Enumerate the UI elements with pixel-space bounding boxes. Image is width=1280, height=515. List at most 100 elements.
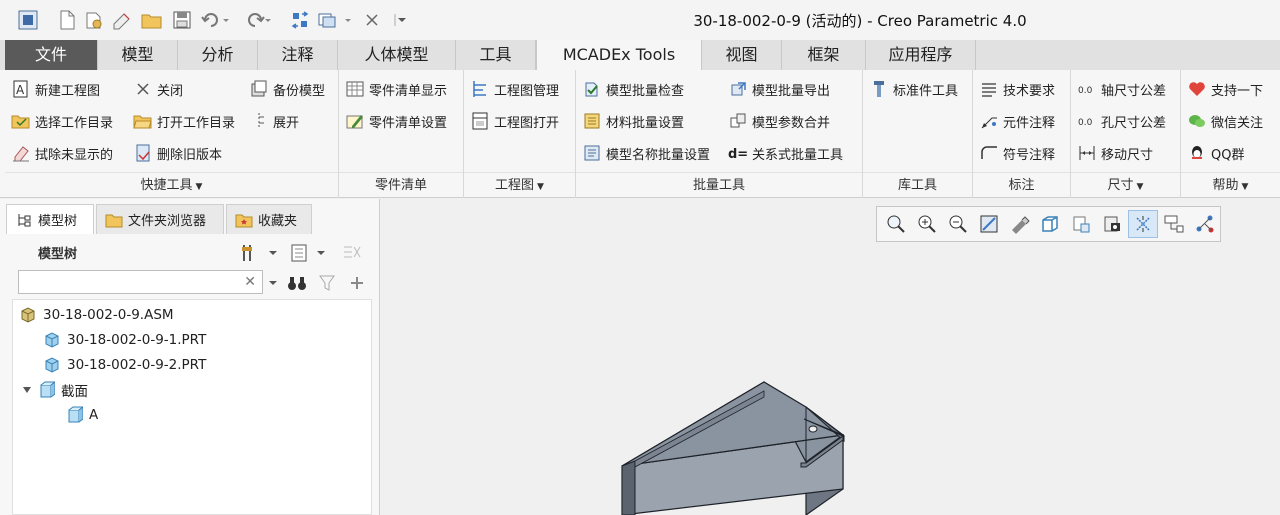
support-button[interactable]: 支持一下 <box>1187 76 1263 102</box>
tab-framework[interactable]: 框架 <box>782 40 866 70</box>
erase-not-displayed-button[interactable]: 拭除未显示的 <box>11 140 113 166</box>
tab-mcadex-tools[interactable]: MCADEx Tools <box>536 40 702 70</box>
group-annotate: 技术要求 元件注释 符号注释 标注 <box>973 70 1071 198</box>
new-icon[interactable] <box>56 9 78 31</box>
qq-icon <box>1187 143 1207 163</box>
shaft-tolerance-button[interactable]: 0.0 轴尺寸公差 <box>1077 76 1166 102</box>
wechat-follow-button[interactable]: 微信关注 <box>1187 108 1263 134</box>
group-label-bom: 零件清单 <box>339 172 463 198</box>
close-window-icon[interactable] <box>362 9 382 31</box>
tab-favorites[interactable]: 收藏夹 <box>226 204 312 234</box>
group-label-help[interactable]: 帮助 ▼ <box>1181 172 1280 198</box>
bom-settings-button[interactable]: 零件清单设置 <box>345 108 447 134</box>
tree-filter-disabled-icon <box>340 241 366 265</box>
group-label-dimensions[interactable]: 尺寸 ▼ <box>1071 172 1180 198</box>
new-drawing-button[interactable]: A 新建工程图 <box>11 76 100 102</box>
tab-applications[interactable]: 应用程序 <box>866 40 976 70</box>
open-working-dir-button[interactable]: 打开工作目录 <box>133 108 235 134</box>
tab-folder-browser[interactable]: 文件夹浏览器 <box>96 204 224 234</box>
settings-icon[interactable] <box>238 241 264 265</box>
group-label-quick-tools[interactable]: 快捷工具 ▼ <box>5 172 338 198</box>
dropdown-arrow-icon: ▼ <box>537 182 544 192</box>
show-icon[interactable] <box>286 241 312 265</box>
tree-node-part-1[interactable]: 30-18-002-0-9-1.PRT <box>43 328 206 352</box>
group-label-drawing[interactable]: 工程图 ▼ <box>464 172 575 198</box>
close-icon <box>133 79 153 99</box>
tab-annotate[interactable]: 注释 <box>258 40 338 70</box>
open-dir-icon <box>133 111 153 131</box>
material-batch-settings-button[interactable]: 材料批量设置 <box>582 108 684 134</box>
tab-model-tree[interactable]: 模型树 <box>6 204 94 234</box>
window-title: 30-18-002-0-9 (活动的) - Creo Parametric 4.… <box>693 12 1027 30</box>
navigator-panel: 模型树 文件夹浏览器 收藏夹 模型树 ✕ 30-18-002-0-9.ASM 3… <box>0 199 380 515</box>
model-batch-check-button[interactable]: 模型批量检查 <box>582 76 684 102</box>
collapse-arrow-icon[interactable] <box>21 381 33 399</box>
wechat-icon <box>1187 111 1207 131</box>
cad-model[interactable] <box>381 199 1280 515</box>
tree-node-sections[interactable]: 截面 <box>21 378 88 402</box>
settings-dropdown-icon[interactable] <box>266 241 280 265</box>
standard-parts-button[interactable]: 标准件工具 <box>869 76 958 102</box>
component-annotation-button[interactable]: 元件注释 <box>979 108 1055 134</box>
part-icon <box>43 331 61 349</box>
select-working-dir-button[interactable]: 选择工作目录 <box>11 108 113 134</box>
backup-model-button[interactable]: 备份模型 <box>249 76 325 102</box>
regenerate-icon[interactable] <box>288 9 312 31</box>
app-icon[interactable] <box>16 9 40 31</box>
tab-model[interactable]: 模型 <box>98 40 178 70</box>
customize-icon[interactable] <box>390 9 410 31</box>
search-dropdown-icon[interactable] <box>266 273 280 293</box>
model-param-merge-button[interactable]: 模型参数合并 <box>728 108 830 134</box>
name-settings-icon <box>582 143 602 163</box>
ribbon: A 新建工程图 关闭 备份模型 选择工作目录 打开工作目录 展开 拭除未显示的 … <box>0 70 1280 198</box>
tab-view[interactable]: 视图 <box>702 40 782 70</box>
group-label-annotate: 标注 <box>973 172 1070 198</box>
move-dimension-button[interactable]: 移动尺寸 <box>1077 140 1153 166</box>
group-label-library-tools: 库工具 <box>863 172 972 198</box>
tree-node-assembly[interactable]: 30-18-002-0-9.ASM <box>19 303 174 327</box>
model-batch-export-button[interactable]: 模型批量导出 <box>728 76 830 102</box>
drawing-open-button[interactable]: 工程图打开 <box>470 108 559 134</box>
symbol-icon <box>979 143 999 163</box>
tree-node-section-a[interactable]: A <box>65 403 98 427</box>
save-icon[interactable] <box>170 9 194 31</box>
eraser-icon <box>11 143 31 163</box>
bom-display-button[interactable]: 零件清单显示 <box>345 76 447 102</box>
undo-icon[interactable] <box>200 9 230 31</box>
drawing-manage-button[interactable]: 工程图管理 <box>470 76 559 102</box>
tab-tools[interactable]: 工具 <box>456 40 536 70</box>
folder-icon[interactable] <box>140 9 164 31</box>
move-dimension-icon <box>1077 143 1097 163</box>
expand-button[interactable]: 展开 <box>249 108 299 134</box>
section-icon <box>65 406 83 424</box>
binoculars-icon[interactable] <box>284 271 310 295</box>
show-dropdown-icon[interactable] <box>314 241 328 265</box>
group-label-batch-tools: 批量工具 <box>576 172 862 198</box>
tab-file[interactable]: 文件 <box>5 40 98 70</box>
graphics-window[interactable] <box>381 199 1280 515</box>
tab-analysis[interactable]: 分析 <box>178 40 258 70</box>
clear-search-icon[interactable]: ✕ <box>244 274 256 290</box>
hole-tolerance-button[interactable]: 0.0 孔尺寸公差 <box>1077 108 1166 134</box>
relation-batch-tools-button[interactable]: d= 关系式批量工具 <box>728 140 843 166</box>
windows-icon[interactable] <box>316 9 356 31</box>
title-bar: 30-18-002-0-9 (活动的) - Creo Parametric 4.… <box>0 0 1280 40</box>
delete-old-versions-button[interactable]: 删除旧版本 <box>133 140 222 166</box>
open-icon[interactable] <box>82 9 106 31</box>
group-quick-tools: A 新建工程图 关闭 备份模型 选择工作目录 打开工作目录 展开 拭除未显示的 … <box>5 70 339 198</box>
close-button[interactable]: 关闭 <box>133 76 183 102</box>
tree-node-part-2[interactable]: 30-18-002-0-9-2.PRT <box>43 353 206 377</box>
filter-icon[interactable] <box>314 271 340 295</box>
qq-group-button[interactable]: QQ群 <box>1187 140 1244 166</box>
duplicate-icon[interactable] <box>110 9 134 31</box>
add-icon[interactable] <box>344 271 370 295</box>
tab-manikin[interactable]: 人体模型 <box>338 40 456 70</box>
search-input[interactable]: ✕ <box>18 270 263 294</box>
tech-requirements-button[interactable]: 技术要求 <box>979 76 1055 102</box>
model-name-batch-settings-button[interactable]: 模型名称批量设置 <box>582 140 710 166</box>
symbol-annotation-button[interactable]: 符号注释 <box>979 140 1055 166</box>
ribbon-tabs: 文件 模型 分析 注释 人体模型 工具 MCADEx Tools 视图 框架 应… <box>0 40 1280 70</box>
leader-icon <box>979 111 999 131</box>
redo-icon[interactable] <box>244 9 274 31</box>
bom-settings-icon <box>345 111 365 131</box>
